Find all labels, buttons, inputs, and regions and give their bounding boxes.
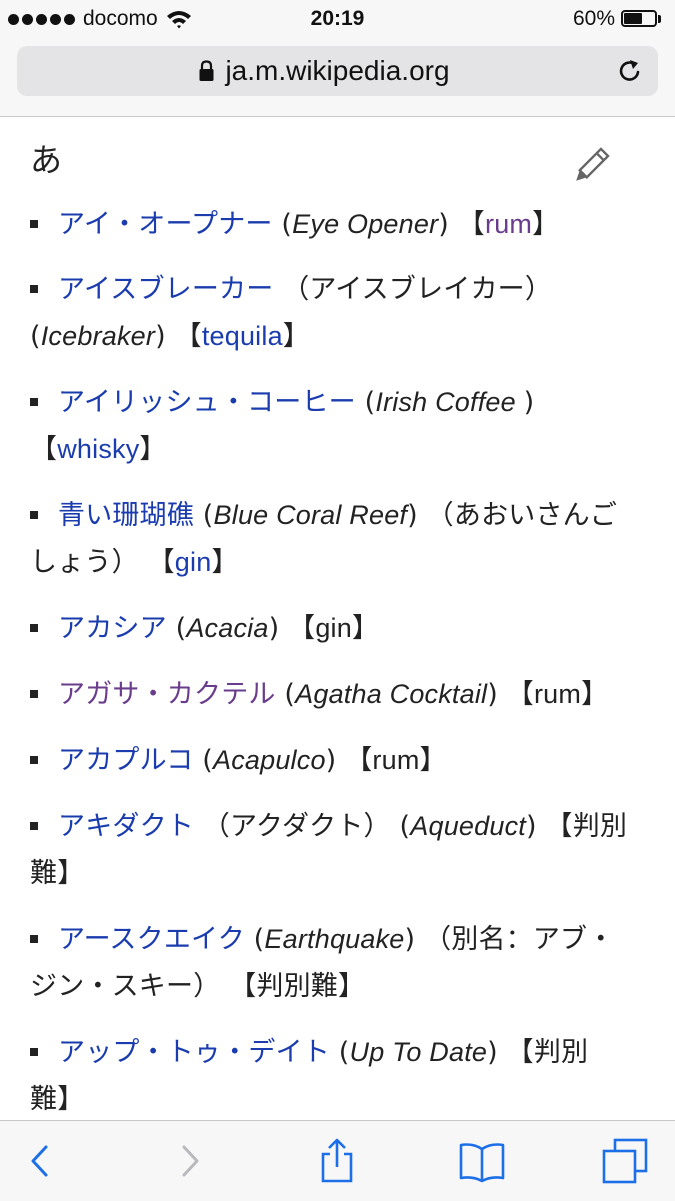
bracket-open: 【 — [174, 321, 202, 352]
paren-close: ) — [523, 387, 535, 418]
paren-open: ( — [399, 811, 411, 842]
address-bar[interactable]: ja.m.wikipedia.org — [17, 46, 658, 96]
url-text: ja.m.wikipedia.org — [225, 55, 450, 86]
bracket-open: 【 — [229, 971, 257, 1002]
base-spirit: rum — [372, 745, 420, 775]
share-icon[interactable] — [313, 1137, 361, 1185]
bracket-open: 【 — [506, 1037, 534, 1068]
english-name: Acacia — [186, 613, 269, 643]
paren-close: ) — [268, 613, 289, 644]
english-name: Earthquake — [264, 924, 405, 954]
list-item: アイリッシュ・コーヒー (Irish Coffee ) 【whisky】 — [30, 379, 640, 473]
paren-close: ) — [438, 209, 458, 240]
edit-pencil-icon[interactable] — [574, 141, 618, 181]
battery-status: 60% — [573, 7, 663, 31]
item-link[interactable]: アガサ・カクテル — [58, 679, 276, 710]
bracket-close: 】 — [351, 613, 380, 644]
bracket-close: 】 — [57, 1084, 85, 1115]
english-name: Aqueduct — [410, 811, 526, 841]
paren-close: ) — [407, 500, 427, 531]
bracket-close: 】 — [282, 321, 310, 352]
list-item: アースクエイク (Earthquake) （別名：アブ・ジン・スキー） 【判別難… — [30, 916, 640, 1010]
bracket-close: 】 — [338, 971, 366, 1002]
list-item: アイスブレーカー （アイスブレイカー） (Icebraker) 【tequila… — [30, 267, 640, 360]
forward-icon[interactable] — [166, 1137, 214, 1185]
english-name: Up To Date — [349, 1037, 488, 1067]
paren-open: ( — [355, 387, 376, 418]
tabs-icon[interactable] — [601, 1137, 649, 1185]
page-content: あ アイ・オープナー (Eye Opener) 【rum】 アイスブレーカー （ア… — [0, 117, 675, 1120]
list-item: アガサ・カクテル (Agatha Cocktail) 【rum】 — [30, 671, 640, 718]
base-spirit: rum — [533, 679, 582, 709]
item-link[interactable]: アップ・トゥ・デイト — [58, 1037, 330, 1068]
battery-percent: 60% — [572, 7, 615, 30]
base-spirit-link[interactable]: rum — [485, 209, 532, 239]
bracket-close: 】 — [211, 547, 239, 578]
base-spirit-link[interactable]: gin — [175, 547, 212, 577]
bracket-open: 【 — [545, 811, 573, 842]
browser-top-bar: ja.m.wikipedia.org — [0, 38, 675, 117]
item-link[interactable]: アイスブレーカー — [58, 274, 273, 305]
back-icon[interactable] — [16, 1137, 64, 1185]
paren-close: ) — [487, 679, 507, 710]
paren-open: ( — [244, 924, 265, 955]
cocktail-list: アイ・オープナー (Eye Opener) 【rum】 アイスブレーカー （アイス… — [30, 201, 640, 1120]
paren-close: ) — [487, 1037, 507, 1068]
item-link[interactable]: アイリッシュ・コーヒー — [58, 387, 356, 418]
bracket-open: 【 — [345, 745, 373, 776]
paren-close: ) — [525, 811, 546, 842]
english-name: Eye Opener — [292, 209, 439, 239]
bracket-open: 【 — [288, 613, 316, 644]
alternate-name: （アイスブレイカー） — [273, 274, 553, 305]
paren-open: ( — [272, 209, 293, 240]
bracket-close: 】 — [532, 209, 560, 240]
item-link[interactable]: アイ・オープナー — [58, 209, 273, 240]
bracket-close: 】 — [139, 434, 167, 465]
english-name: Agatha Cocktail — [295, 679, 488, 709]
paren-open: ( — [30, 321, 41, 352]
bracket-close: 】 — [581, 679, 609, 710]
paren-close: ) — [325, 745, 346, 776]
list-item: 青い珊瑚礁 (Blue Coral Reef) （あおいさんごしょう） 【gin… — [30, 492, 640, 586]
list-item: アカシア (Acacia) 【gin】 — [30, 605, 640, 652]
item-link[interactable]: アキダクト — [58, 811, 194, 842]
item-link[interactable]: 青い珊瑚礁 — [58, 500, 194, 531]
base-spirit-link[interactable]: whisky — [57, 434, 139, 464]
list-item: アカプルコ (Acapulco) 【rum】 — [30, 737, 640, 784]
bracket-close: 】 — [57, 858, 85, 889]
bracket-open: 【 — [30, 434, 58, 465]
paren-open: ( — [330, 1037, 350, 1068]
english-name: Icebraker — [40, 321, 156, 351]
paren-open: ( — [166, 613, 187, 644]
bookmarks-icon[interactable] — [458, 1137, 506, 1185]
bracket-open: 【 — [457, 209, 485, 240]
battery-icon — [621, 9, 663, 29]
list-item: アキダクト （アクダクト） (Aqueduct) 【判別難】 — [30, 803, 640, 897]
reload-icon[interactable] — [616, 57, 644, 85]
english-name: Irish Coffee — [375, 387, 524, 417]
english-name: Acapulco — [213, 745, 326, 775]
status-bar: docomo 20:19 60% — [0, 0, 675, 38]
item-link[interactable]: アカプルコ — [58, 745, 193, 776]
browser-toolbar — [0, 1120, 675, 1201]
item-link[interactable]: アカシア — [58, 613, 167, 644]
base-spirit-link[interactable]: tequila — [202, 321, 283, 351]
paren-open: ( — [194, 500, 214, 531]
base-spirit: gin — [315, 613, 352, 643]
paren-close: ) — [404, 924, 425, 955]
bracket-open: 【 — [147, 547, 175, 578]
alternate-name: （アクダクト） — [194, 811, 400, 842]
section-heading: あ — [30, 141, 63, 179]
item-link[interactable]: アースクエイク — [58, 924, 245, 955]
paren-open: ( — [275, 679, 296, 710]
paren-open: ( — [193, 745, 213, 776]
paren-close: ) — [155, 321, 175, 352]
english-name: Blue Coral Reef — [213, 500, 408, 530]
bracket-close: 】 — [419, 745, 447, 776]
list-item: アイ・オープナー (Eye Opener) 【rum】 — [30, 201, 640, 248]
base-spirit: 判別難 — [256, 971, 338, 1001]
bracket-open: 【 — [506, 679, 534, 710]
list-item: アップ・トゥ・デイト (Up To Date) 【判別難】 — [30, 1029, 640, 1120]
